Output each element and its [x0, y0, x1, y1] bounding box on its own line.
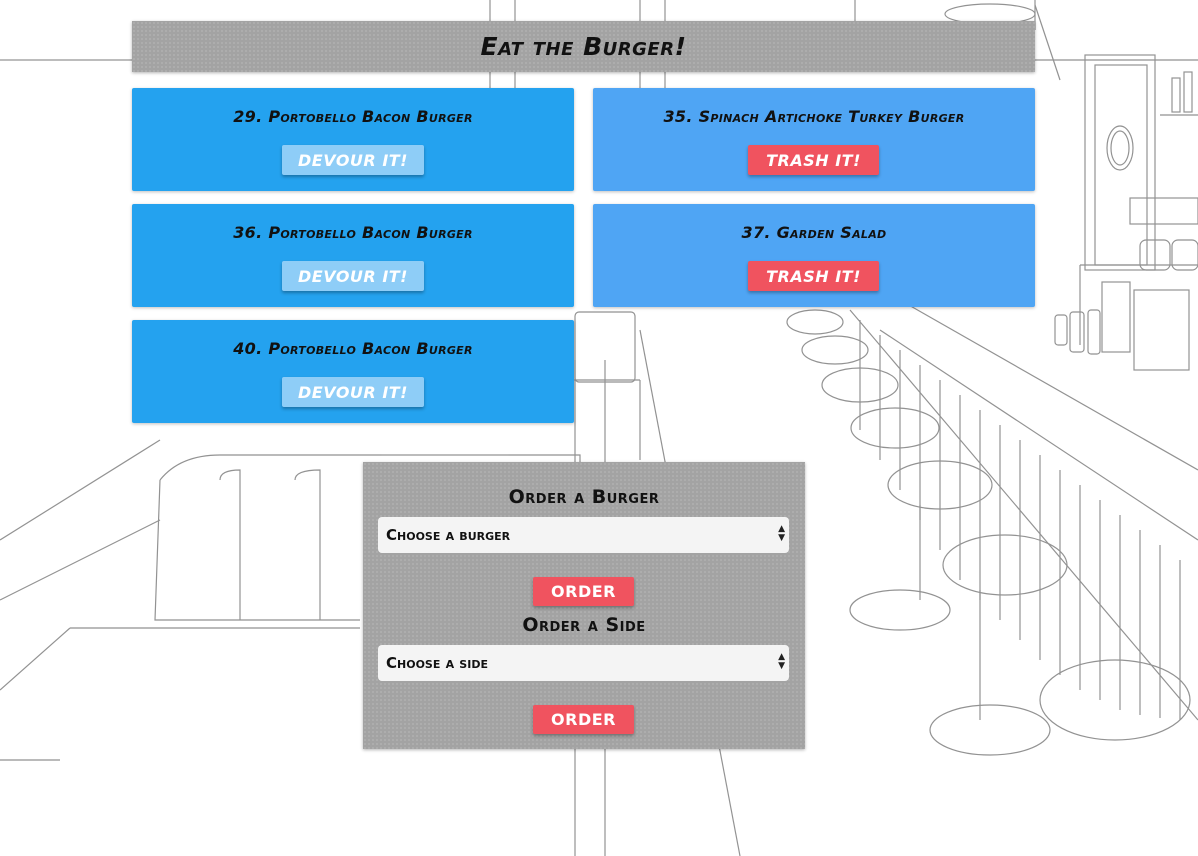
- devour-button[interactable]: DEVOUR IT!: [282, 377, 424, 407]
- devoured-card: 37. Garden Salad TRASH IT!: [593, 204, 1035, 307]
- burger-card: 36. Portobello Bacon Burger DEVOUR IT!: [132, 204, 574, 307]
- burger-select-value: Choose a burger: [386, 526, 511, 544]
- burger-card: 29. Portobello Bacon Burger DEVOUR IT!: [132, 88, 574, 191]
- order-burger-heading: Order a Burger: [508, 486, 660, 508]
- burger-label: 36. Portobello Bacon Burger: [233, 223, 473, 242]
- trash-button[interactable]: TRASH IT!: [748, 261, 879, 291]
- devoured-label: 35. Spinach Artichoke Turkey Burger: [663, 107, 965, 126]
- trash-button[interactable]: TRASH IT!: [748, 145, 879, 175]
- order-panel: Order a Burger Choose a burger ▲ ▼ ORDER …: [363, 462, 805, 749]
- page-title: Eat the Burger!: [480, 32, 687, 61]
- page-header: Eat the Burger!: [132, 21, 1035, 72]
- order-side-button[interactable]: ORDER: [533, 705, 634, 734]
- side-select[interactable]: Choose a side ▲ ▼: [378, 645, 789, 681]
- burger-select[interactable]: Choose a burger ▲ ▼: [378, 517, 789, 553]
- devour-button[interactable]: DEVOUR IT!: [282, 145, 424, 175]
- burger-label: 29. Portobello Bacon Burger: [233, 107, 473, 126]
- side-select-value: Choose a side: [386, 654, 488, 672]
- select-arrows-icon: ▲ ▼: [778, 524, 785, 543]
- order-burger-button[interactable]: ORDER: [533, 577, 634, 606]
- order-side-heading: Order a Side: [522, 614, 646, 636]
- burger-label: 40. Portobello Bacon Burger: [233, 339, 473, 358]
- devoured-label: 37. Garden Salad: [741, 223, 887, 242]
- burger-card: 40. Portobello Bacon Burger DEVOUR IT!: [132, 320, 574, 423]
- devour-button[interactable]: DEVOUR IT!: [282, 261, 424, 291]
- devoured-card: 35. Spinach Artichoke Turkey Burger TRAS…: [593, 88, 1035, 191]
- select-arrows-icon: ▲ ▼: [778, 652, 785, 671]
